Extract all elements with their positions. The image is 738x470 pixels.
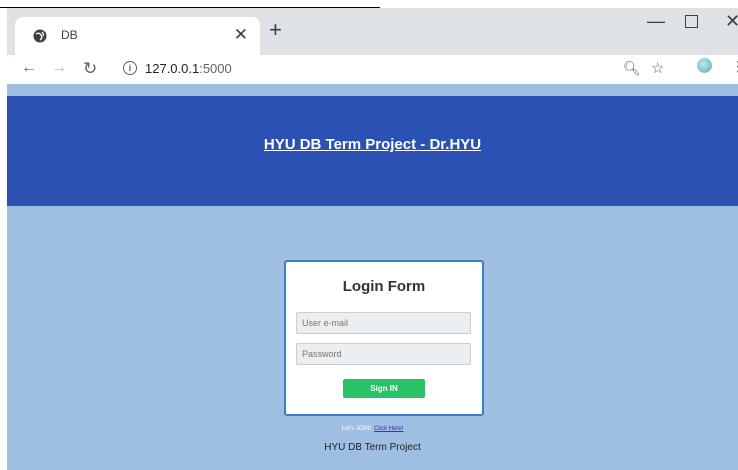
zoom-icon[interactable]: 🔍︎ <box>623 60 641 77</box>
info-icon[interactable]: i <box>123 61 137 75</box>
bookmark-star-icon[interactable]: ☆ <box>651 59 664 77</box>
password-input[interactable] <box>296 343 471 365</box>
login-form: Login Form Sign IN <box>284 260 484 416</box>
address-bar[interactable]: i 127.0.0.1:5000 🔍︎ ☆ <box>115 57 681 81</box>
page-content: HYU DB Term Project - Dr.HYU Login Form … <box>7 84 738 470</box>
join-link[interactable]: Click Here! <box>374 426 403 432</box>
url-host: 127.0.0.1 <box>145 61 200 76</box>
browser-tab[interactable]: DB ✕ <box>15 17 260 55</box>
back-arrow-icon[interactable]: ← <box>21 59 37 77</box>
reload-icon[interactable]: ↻ <box>83 59 97 79</box>
window-close-icon[interactable]: ✕ <box>725 11 738 32</box>
close-tab-icon[interactable]: ✕ <box>234 25 248 45</box>
browser-toolbar: ← → ↻ i 127.0.0.1:5000 🔍︎ ☆ <box>7 55 738 84</box>
join-prompt-text: Let's JOIN! <box>341 426 372 432</box>
forward-arrow-icon[interactable]: → <box>51 59 67 77</box>
menu-dots-icon[interactable]: ⋮ <box>731 58 738 75</box>
footer-text: HYU DB Term Project <box>324 442 421 453</box>
url-text: 127.0.0.1:5000 <box>145 61 232 76</box>
sign-in-button[interactable]: Sign IN <box>343 379 425 398</box>
join-prompt: Let's JOIN! Click Here! <box>7 426 738 432</box>
minimize-icon[interactable]: — <box>647 11 665 32</box>
globe-icon <box>33 29 47 43</box>
maximize-icon[interactable] <box>685 15 698 28</box>
profile-avatar-icon[interactable] <box>697 58 712 73</box>
browser-chrome: DB ✕ + — ✕ ← → ↻ i 127.0.0.1:5000 🔍︎ ☆ ⋮ <box>7 8 738 84</box>
email-input[interactable] <box>296 312 471 334</box>
login-form-title: Login Form <box>342 278 426 295</box>
page-header: HYU DB Term Project - Dr.HYU <box>7 96 738 206</box>
page-title-link[interactable]: HYU DB Term Project - Dr.HYU <box>7 136 738 153</box>
tab-title: DB <box>61 28 78 42</box>
top-strip <box>0 0 380 8</box>
new-tab-icon[interactable]: + <box>269 19 282 41</box>
url-port: :5000 <box>199 61 232 76</box>
